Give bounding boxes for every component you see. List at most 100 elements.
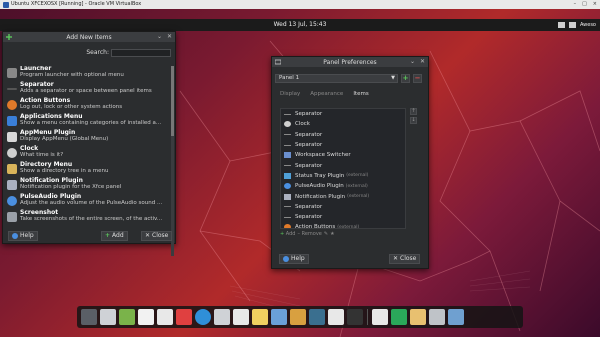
list-item[interactable]: AppMenu Plugin Display AppMenu (Global Me… <box>5 130 170 146</box>
calendar-icon[interactable] <box>290 309 306 325</box>
help-button[interactable]: Help <box>279 254 309 264</box>
close-window-button[interactable]: ✕ Close <box>141 231 173 241</box>
minimize-icon[interactable]: ⌄ <box>157 32 162 42</box>
info-icon[interactable]: ★ <box>330 231 334 237</box>
plus-icon: + <box>105 232 111 239</box>
list-item[interactable]: Clock What time is it? <box>5 146 170 162</box>
tab-items[interactable]: Items <box>353 91 368 97</box>
desktop: Ubuntu XFCEXOSX [Running] - Oracle VM Vi… <box>0 0 600 337</box>
close-window-button[interactable]: ✕ Close <box>389 254 421 264</box>
add-item-button[interactable]: + Add <box>280 231 295 237</box>
panel-item-row[interactable]: Separator <box>281 212 405 222</box>
panel-item-row[interactable]: Action Buttons (external) <box>281 222 405 228</box>
close-icon: ✕ <box>393 255 399 262</box>
applications-menu-icon <box>7 116 17 126</box>
panel-item-row[interactable]: Workspace Switcher <box>281 150 405 160</box>
minimize-icon[interactable]: ⌄ <box>410 57 415 67</box>
action-buttons-icon <box>284 224 291 228</box>
panel-preferences-window: Panel Preferences ⌄ ✕ Panel 1 ▼ + − Displ… <box>271 56 429 269</box>
settings-icon[interactable] <box>100 309 116 325</box>
terminal-icon[interactable] <box>119 309 135 325</box>
list-item[interactable]: Notification Plugin Notification plugin f… <box>5 178 170 194</box>
terminal2-icon[interactable] <box>347 309 363 325</box>
add-button[interactable]: + Add <box>101 231 128 241</box>
trash-icon[interactable] <box>429 309 445 325</box>
move-up-button[interactable]: ↑ <box>410 108 417 115</box>
add-panel-button[interactable]: + <box>401 73 410 83</box>
scrollbar-thumb[interactable] <box>171 66 174 136</box>
document-icon[interactable] <box>233 309 249 325</box>
home-folder-icon[interactable] <box>410 309 426 325</box>
notes-icon[interactable] <box>252 309 268 325</box>
panel-item-row[interactable]: Separator <box>281 130 405 140</box>
item-description: Take screenshots of the entire screen, o… <box>20 216 163 222</box>
remove-panel-button[interactable]: − <box>413 73 422 83</box>
inkscape-icon[interactable] <box>157 309 173 325</box>
pdf-icon[interactable] <box>176 309 192 325</box>
finder-icon[interactable] <box>81 309 97 325</box>
list-item[interactable]: PulseAudio Plugin Adjust the audio volume… <box>5 194 170 210</box>
maximize-button[interactable]: □ <box>582 0 587 9</box>
add-icon <box>6 34 12 40</box>
notification-icon <box>7 180 17 190</box>
window-title: Add New Items <box>66 33 112 41</box>
status-tray-icon <box>284 172 291 179</box>
screenshot-icon <box>7 212 17 222</box>
folder-icon[interactable] <box>328 309 344 325</box>
panel-item-row[interactable]: Status Tray Plugin (external) <box>281 171 405 181</box>
user-menu[interactable]: Aweso <box>580 19 596 31</box>
panel-item-name: Separator <box>295 142 323 149</box>
panel-clock[interactable]: Wed 13 Jul, 15:43 <box>0 19 600 31</box>
workspace-icon <box>284 152 291 159</box>
separator-icon <box>284 165 291 167</box>
help-icon <box>283 256 289 262</box>
desktop-icon[interactable] <box>448 309 464 325</box>
screenshot-icon[interactable] <box>372 309 388 325</box>
item-description: What time is it? <box>20 152 64 158</box>
minimize-button[interactable]: – <box>574 0 577 9</box>
edit-item-icon[interactable]: ✎ <box>324 231 328 237</box>
panel-item-row[interactable]: Separator <box>281 160 405 170</box>
panel-item-row[interactable]: Notification Plugin (external) <box>281 191 405 201</box>
panel-item-row[interactable]: Clock <box>281 119 405 129</box>
wifi-icon[interactable] <box>271 309 287 325</box>
close-icon[interactable]: ✕ <box>420 57 425 67</box>
list-item[interactable]: Separator Adds a separator or space betwe… <box>5 82 170 98</box>
search-input[interactable] <box>111 48 171 57</box>
separator-icon <box>7 88 17 90</box>
list-item[interactable]: Launcher Program launcher with optional m… <box>5 66 170 82</box>
panel-item-row[interactable]: Separator <box>281 109 405 119</box>
item-description: Program launcher with optional menu <box>20 72 124 78</box>
items-list: Launcher Program launcher with optional m… <box>5 66 170 256</box>
window-titlebar[interactable]: Panel Preferences ⌄ ✕ <box>272 57 428 67</box>
list-item[interactable]: Directory Menu Show a directory tree in a… <box>5 162 170 178</box>
tray-icon[interactable] <box>557 22 565 28</box>
panel-items-list: Separator Clock Separator Separator Workspac… <box>280 108 406 229</box>
help-button[interactable]: Help <box>8 231 38 241</box>
list-item[interactable]: Applications Menu Show a menu containing … <box>5 114 170 130</box>
monitor-icon[interactable] <box>309 309 325 325</box>
list-item[interactable]: Action Buttons Log out, lock or other sys… <box>5 98 170 114</box>
remove-item-button[interactable]: – Remove <box>297 231 321 237</box>
window-titlebar[interactable]: Add New Items ⌄ ✕ <box>3 32 175 42</box>
external-tag: (external) <box>347 194 370 200</box>
editor-icon[interactable] <box>214 309 230 325</box>
tabs: Display Appearance Items <box>280 91 369 97</box>
tab-display[interactable]: Display <box>280 91 300 97</box>
panel-item-row[interactable]: Separator <box>281 140 405 150</box>
scrollbar[interactable] <box>171 66 174 256</box>
close-icon[interactable]: ✕ <box>167 32 172 42</box>
close-button[interactable]: × <box>593 0 597 9</box>
panel-item-row[interactable]: Separator <box>281 202 405 212</box>
help-icon <box>12 233 18 239</box>
virtualbox-title: Ubuntu XFCEXOSX [Running] - Oracle VM Vi… <box>11 1 142 7</box>
globe-icon[interactable] <box>195 309 211 325</box>
add-icon[interactable] <box>391 309 407 325</box>
list-item[interactable]: Screenshot Take screenshots of the entire… <box>5 210 170 226</box>
tray-icon[interactable] <box>568 22 576 28</box>
move-down-button[interactable]: ↓ <box>410 117 417 124</box>
files-icon[interactable] <box>138 309 154 325</box>
panel-select[interactable]: Panel 1 ▼ <box>275 73 398 83</box>
panel-item-row[interactable]: PulseAudio Plugin (external) <box>281 181 405 191</box>
tab-appearance[interactable]: Appearance <box>310 91 343 97</box>
